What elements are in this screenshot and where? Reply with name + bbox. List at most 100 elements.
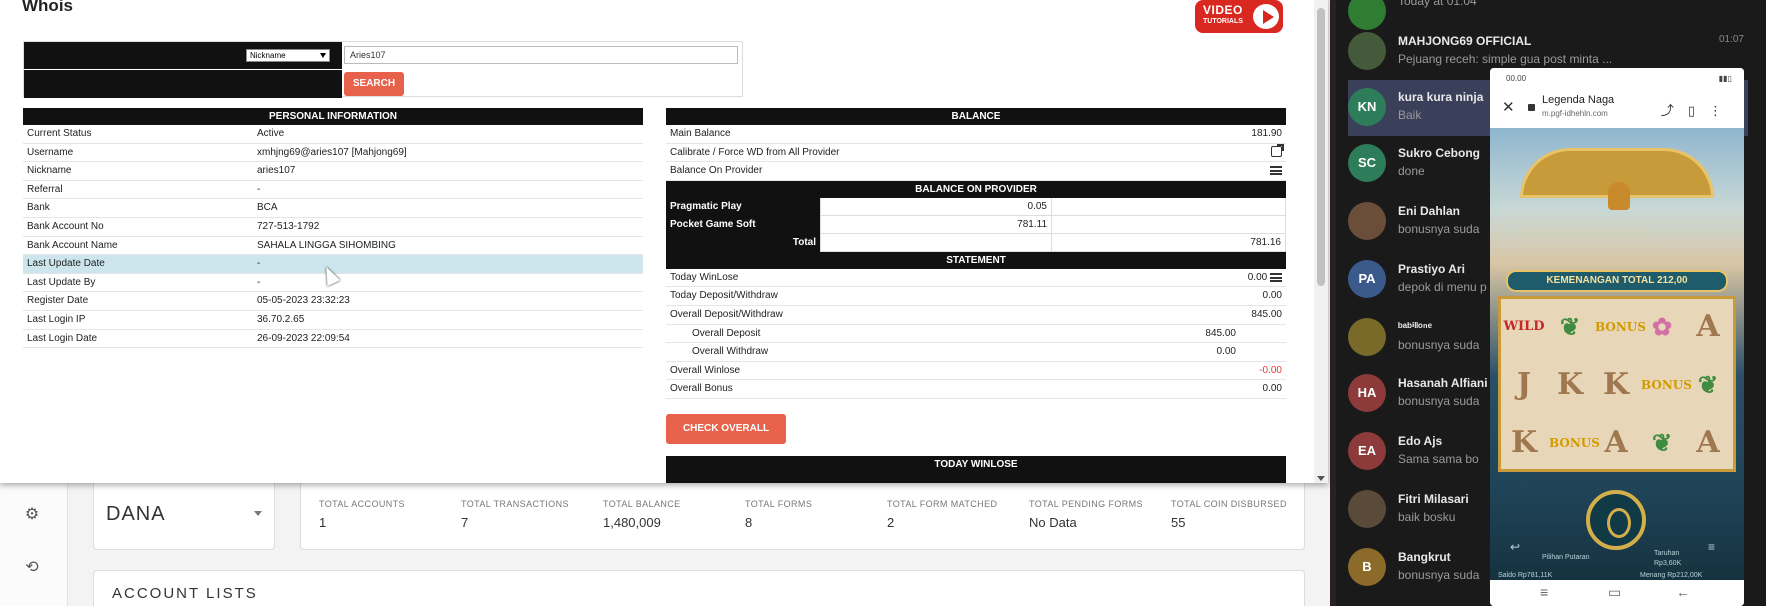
avatar (1348, 32, 1386, 70)
avatar: PA (1348, 260, 1386, 298)
table-row: Today Deposit/Withdraw 0.00 (666, 287, 1286, 306)
home-icon[interactable]: ▭ (1608, 584, 1621, 601)
today-winlose-table: TODAY WINLOSE (666, 456, 1286, 483)
list-icon[interactable] (1270, 272, 1282, 282)
whois-modal: Whois VIDEO TUTORIALS Nickname Aries107 … (0, 0, 1328, 483)
ace-symbol: A (1696, 309, 1720, 344)
table-row: Today WinLose 0.00 (666, 269, 1286, 288)
table-row: Overall Withdraw 0.00 (666, 343, 1286, 362)
avatar: KN (1348, 88, 1386, 126)
table-row: Nickname aries107 (23, 162, 643, 181)
search-field-select[interactable]: Nickname (246, 49, 330, 62)
stat-total-coin-disbursed: TOTAL COIN DISBURSED 55 (1171, 499, 1287, 530)
bonus-symbol: BONUS (1549, 436, 1600, 450)
avatar (1348, 318, 1386, 356)
battery-icon: ▮▮▯ (1718, 74, 1732, 83)
stat-total-balance: TOTAL BALANCE 1,480,009 (603, 499, 681, 530)
table-row: Username xmhjng69@aries107 [Mahjong69] (23, 144, 643, 163)
account-lists-title: ACCOUNT LISTS (112, 585, 258, 602)
table-row: Bank Account No 727-513-1792 (23, 218, 643, 237)
bell-icon (1608, 182, 1630, 210)
dana-label: DANA (106, 503, 166, 525)
table-row: Overall Bonus 0.00 (666, 380, 1286, 399)
provider-row: Pragmatic Play 0.05 (666, 197, 1286, 216)
stats-panel: TOTAL ACCOUNTS 1 TOTAL TRANSACTIONS 7 TO… (300, 478, 1305, 550)
table-row: Overall Winlose -0.00 (666, 362, 1286, 381)
table-row: Balance On Provider (666, 162, 1286, 181)
king-symbol: K (1602, 367, 1630, 402)
recent-apps-icon[interactable]: ≡ (1540, 584, 1548, 600)
bonus-symbol: BONUS (1595, 320, 1646, 334)
list-icon[interactable] (1270, 166, 1282, 176)
divider (1330, 0, 1336, 606)
table-row: Last Login IP 36.70.2.65 (23, 311, 643, 330)
table-row: Overall Deposit 845.00 (666, 325, 1286, 344)
play-icon (1251, 2, 1281, 31)
scroll-down-icon[interactable] (1317, 476, 1325, 481)
modal-title: Whois (22, 0, 73, 15)
table-row: Bank Account Name SAHALA LINGGA SIHOMBING (23, 237, 643, 256)
stat-total-forms: TOTAL FORMS 8 (745, 499, 813, 530)
personal-info-header: PERSONAL INFORMATION (23, 108, 643, 125)
table-row: Referral - (23, 181, 643, 200)
table-row: Calibrate / Force WD from All Provider (666, 144, 1286, 163)
today-winlose-header: TODAY WINLOSE (666, 456, 1286, 473)
avatar: SC (1348, 144, 1386, 182)
king-symbol: K (1510, 425, 1538, 460)
check-overall-button[interactable]: CHECK OVERALL (666, 414, 786, 444)
win-total-banner: KEMENANGAN TOTAL 212,00 (1506, 270, 1728, 292)
stat-total-accounts: TOTAL ACCOUNTS 1 (319, 499, 405, 530)
phone-nav-bar: ≡ ▭ ← (1490, 580, 1744, 606)
avatar (1348, 490, 1386, 528)
stat-total-form-matched: TOTAL FORM MATCHED 2 (887, 499, 998, 530)
account-lists-panel: ACCOUNT LISTS (93, 570, 1305, 606)
phone-status-bar: 00.00 ▮▮▯ (1490, 68, 1744, 90)
video-tutorials-button[interactable]: VIDEO TUTORIALS (1195, 0, 1283, 33)
king-symbol: K (1556, 367, 1584, 402)
provider-row: Pocket Game Soft 781.11 (666, 215, 1286, 234)
back-icon[interactable]: ← (1676, 584, 1690, 600)
leaf-symbol: ❦ (1559, 312, 1581, 341)
bonus-symbol: BONUS (1641, 378, 1692, 392)
avatar: HA (1348, 374, 1386, 412)
phone-screen: 00.00 ▮▮▯ ✕ Legenda Naga m.pgf-idhehln.c… (1490, 68, 1744, 606)
balance-table: BALANCE Main Balance 181.90 Calibrate / F… (666, 108, 1286, 399)
balance-header: BALANCE (666, 108, 1286, 125)
dashboard-icon[interactable]: ⚙ (22, 505, 42, 525)
avatar (1348, 202, 1386, 240)
ace-symbol: A (1696, 425, 1720, 460)
external-link-icon[interactable] (1271, 144, 1284, 158)
lock-icon (1528, 104, 1535, 111)
slot-reels: WILD ❦ BONUS ✿ A J K K BONUS ❦ K BONUS A… (1498, 296, 1736, 472)
dana-select[interactable]: DANA (93, 478, 275, 550)
wild-symbol: WILD (1503, 319, 1545, 334)
menu-icon[interactable]: ≡ (1708, 540, 1715, 554)
avatar: B (1348, 548, 1386, 586)
table-row: Overall Deposit/Withdraw 845.00 (666, 306, 1286, 325)
search-panel: Nickname Aries107 SEARCH (23, 41, 743, 98)
history-icon[interactable]: ⟲ (22, 558, 42, 578)
scrollbar-thumb[interactable] (1317, 8, 1325, 286)
slot-game-canvas[interactable]: KEMENANGAN TOTAL 212,00 WILD ❦ BONUS ✿ A… (1490, 128, 1744, 580)
game-bottom-bar: ↩ Pilihan Putaran Taruhan Rp3,60K ≡ Sald… (1498, 540, 1716, 579)
modal-scrollbar[interactable] (1314, 0, 1328, 483)
statement-header: STATEMENT (666, 251, 1286, 269)
search-button[interactable]: SEARCH (344, 72, 404, 96)
page-title: Legenda Naga (1542, 94, 1615, 106)
ace-symbol: A (1604, 425, 1628, 460)
avatar: EA (1348, 432, 1386, 470)
balance-on-provider-header: BALANCE ON PROVIDER (666, 180, 1286, 198)
lotus-symbol: ✿ (1651, 312, 1673, 341)
stat-total-pending-forms: TOTAL PENDING FORMS No Data (1029, 499, 1143, 530)
table-row: Main Balance 181.90 (666, 125, 1286, 144)
table-row: Current Status Active (23, 125, 643, 144)
browser-actions[interactable]: ⤴▯⋮ (1661, 100, 1736, 119)
provider-total-row: Total 781.16 (666, 233, 1286, 252)
chevron-down-icon (320, 53, 326, 58)
close-icon[interactable]: ✕ (1502, 98, 1515, 116)
personal-info-table: PERSONAL INFORMATION Current Status Activ… (23, 108, 643, 349)
page-url: m.pgf-idhehln.com (1542, 109, 1608, 118)
back-icon[interactable]: ↩ (1510, 540, 1520, 554)
search-input[interactable]: Aries107 (344, 46, 738, 64)
browser-toolbar: ✕ Legenda Naga m.pgf-idhehln.com ⤴▯⋮ (1490, 90, 1744, 128)
